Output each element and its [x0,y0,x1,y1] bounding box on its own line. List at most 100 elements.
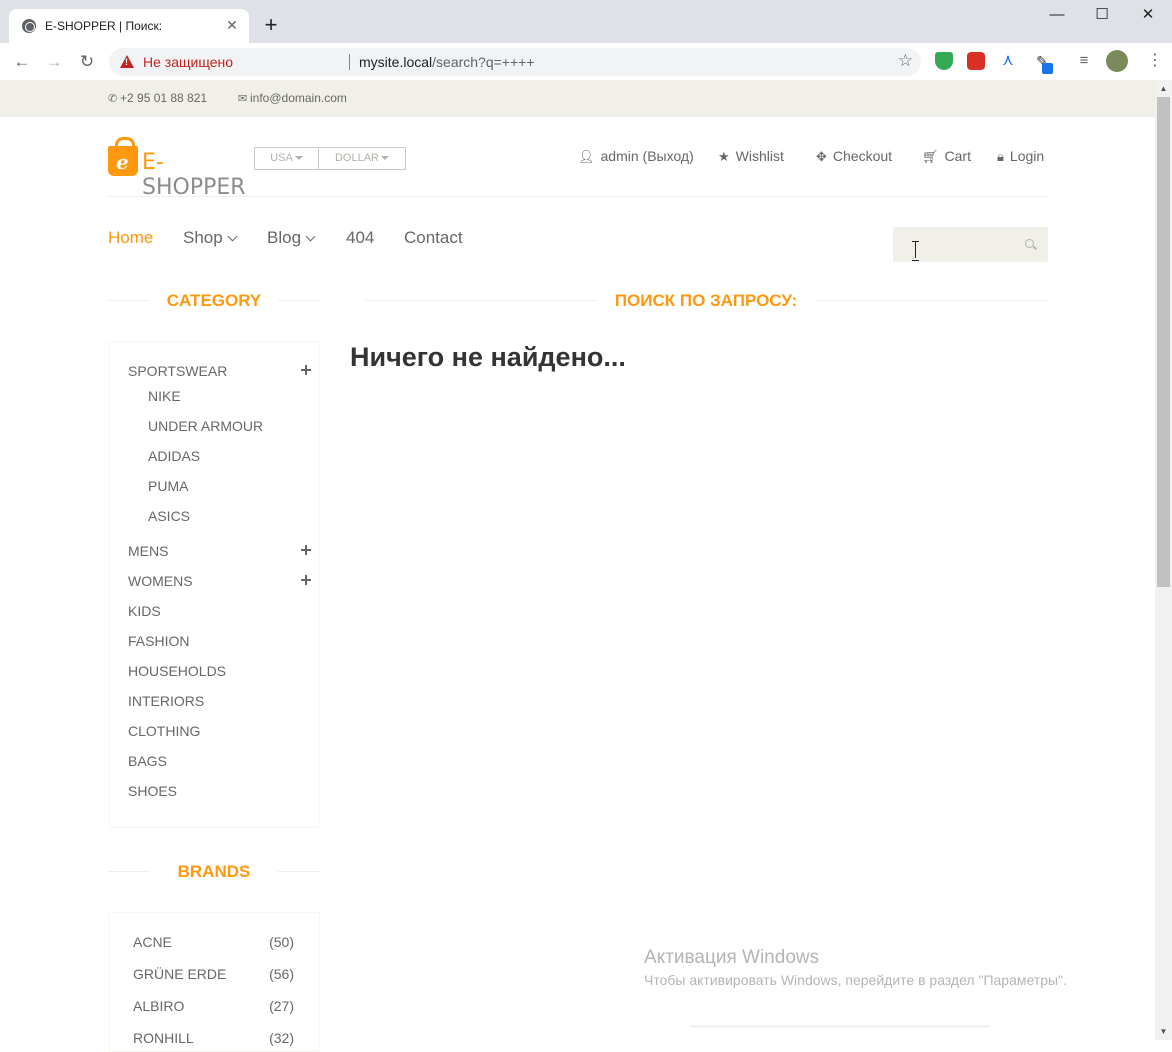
star-icon: ★ [718,149,730,164]
scroll-up-icon[interactable]: ▲ [1155,80,1172,97]
back-icon[interactable]: ← [11,51,33,73]
contact-topbar: ✆ +2 95 01 88 821 ✉ info@domain.com [0,80,1155,117]
brand-count: (50) [269,934,294,950]
header-divider [108,196,1048,197]
brands-title: Brands [177,862,251,881]
phone-icon: ✆ [108,93,118,105]
nav-shop[interactable]: Shop [183,228,238,248]
email-address[interactable]: info@domain.com [250,91,347,105]
category-mens[interactable]: Mens [128,543,168,559]
brand-item[interactable]: Grüne Erde [133,966,226,982]
account-link[interactable]: 👤︎ admin (Выход) [578,148,694,165]
site-logo[interactable]: e E-SHOPPER [108,137,248,200]
brand-item[interactable]: Ronhill [133,1030,194,1046]
forward-icon[interactable]: → [43,51,65,73]
cart-link[interactable]: 🛒︎ Cart [922,148,971,165]
subcategory-item[interactable]: Nike [148,388,181,404]
divider [349,54,350,70]
category-kids[interactable]: Kids [128,603,161,619]
page-scrollbar[interactable]: ▲ ▼ [1155,80,1172,1040]
browser-chrome: E-SHOPPER | Поиск: ✕ + — ☐ ✕ ← → ↻ Не за… [0,0,1172,80]
currency-dropdown[interactable]: DOLLAR [318,147,406,170]
windows-activation-text: Чтобы активировать Windows, перейдите в … [644,972,1067,988]
category-clothing[interactable]: Clothing [128,723,200,739]
profile-avatar[interactable] [1106,50,1128,72]
category-interiors[interactable]: Interiors [128,693,204,709]
browser-toolbar: ← → ↻ Не защищено mysite.local/search?q=… [0,43,1172,80]
pdf-extension-icon[interactable]: ⋏ [999,52,1017,70]
crosshair-icon: ✥ [816,149,827,164]
envelope-icon: ✉ [238,93,248,105]
plus-icon[interactable] [301,544,313,556]
category-womens[interactable]: Womens [128,573,193,589]
brand-item[interactable]: Acne [133,934,172,950]
checkout-link[interactable]: ✥ Checkout [816,148,892,165]
menu-icon[interactable]: ⋮ [1146,52,1164,70]
category-bags[interactable]: Bags [128,753,167,769]
subcategory-item[interactable]: Under Armour [148,418,263,434]
scrollbar-thumb[interactable] [1157,97,1170,587]
search-results-title: Поиск по запросу: [614,291,798,310]
cart-icon: 🛒︎ [922,149,939,164]
url-text[interactable]: mysite.local/search?q=++++ [359,54,535,70]
category-fashion[interactable]: Fashion [128,633,189,649]
subcategory-item[interactable]: Puma [148,478,188,494]
minimize-button[interactable]: — [1044,4,1070,26]
close-tab-icon[interactable]: ✕ [223,16,241,34]
browser-tab[interactable]: E-SHOPPER | Поиск: ✕ [9,9,249,43]
new-tab-button[interactable]: + [260,14,282,36]
title-line [108,871,150,872]
search-icon[interactable] [1025,239,1034,248]
lock-icon: 🔒︎ [997,149,1004,164]
subcategory-item[interactable]: Adidas [148,448,200,464]
country-dropdown[interactable]: USA [254,147,319,170]
bookmark-star-icon[interactable]: ☆ [898,51,913,71]
plus-icon[interactable] [301,574,313,586]
caret-down-icon [381,156,390,161]
chevron-down-icon [227,231,238,242]
phone-number: +2 95 01 88 821 [120,91,208,105]
scroll-down-icon[interactable]: ▼ [1155,1023,1172,1040]
nav-blog[interactable]: Blog [267,228,316,248]
title-line [365,300,597,301]
login-link[interactable]: 🔒︎ Login [997,148,1044,165]
insecure-label[interactable]: Не защищено [143,54,233,70]
title-line [278,300,320,301]
media-control-icon[interactable]: ≡ [1075,52,1093,70]
brand-count: (32) [269,1030,294,1046]
shield-extension-icon[interactable] [935,52,953,70]
nav-home[interactable]: Home [108,228,153,248]
title-line [278,871,320,872]
brand-count: (27) [269,998,294,1014]
chevron-down-icon [305,231,316,242]
category-title: Category [166,291,262,310]
maximize-button[interactable]: ☐ [1089,4,1115,26]
brand-count: (56) [269,966,294,982]
wishlist-link[interactable]: ★ Wishlist [718,148,784,165]
warning-icon [120,55,134,68]
category-shoes[interactable]: Shoes [128,783,177,799]
category-households[interactable]: Households [128,663,226,679]
title-line [815,300,1048,301]
close-window-button[interactable]: ✕ [1135,4,1161,26]
red-extension-icon[interactable] [967,52,985,70]
subcategory-item[interactable]: ASICS [148,508,190,524]
brand-item[interactable]: Albiro [133,998,184,1014]
extension-badge [1042,63,1053,74]
globe-icon [22,19,36,33]
shopping-bag-icon: e [108,137,138,176]
reload-icon[interactable]: ↻ [76,51,98,73]
phone-info: ✆ +2 95 01 88 821 [108,91,207,105]
user-icon: 👤︎ [578,149,595,164]
windows-activation-title: Активация Windows [644,947,820,968]
category-sportswear[interactable]: Sportswear [128,363,227,379]
nav-404[interactable]: 404 [346,228,374,248]
plus-icon[interactable] [301,364,313,376]
text-cursor-icon [911,241,920,261]
caret-down-icon [294,156,303,161]
email-info[interactable]: ✉ info@domain.com [238,91,347,105]
nav-contact[interactable]: Contact [404,228,463,248]
address-bar[interactable]: Не защищено mysite.local/search?q=++++ ☆ [109,48,921,76]
divider [690,1025,990,1028]
tab-title: E-SHOPPER | Поиск: [45,19,163,33]
